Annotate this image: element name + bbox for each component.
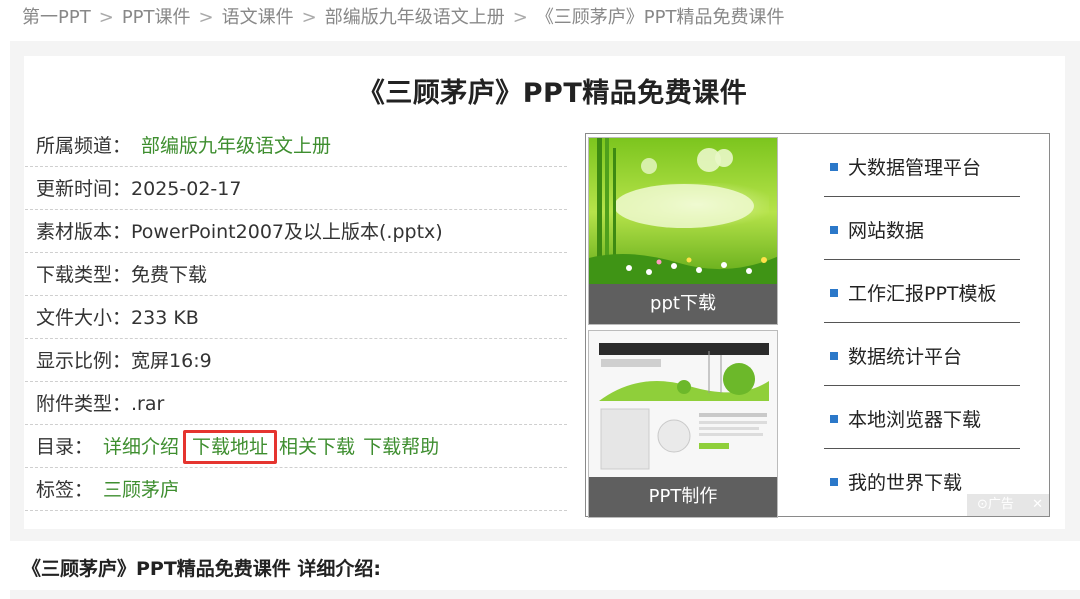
- ad-link-label: 网站数据: [848, 220, 925, 242]
- breadcrumb-current-page[interactable]: 《三顾茅庐》PPT精品免费课件: [536, 7, 785, 28]
- version-value: PowerPoint2007及以上版本(.pptx): [131, 221, 443, 243]
- attachment-label: 附件类型：: [36, 393, 132, 415]
- info-row-version: 素材版本：PowerPoint2007及以上版本(.pptx): [25, 210, 567, 253]
- ad-thumb-ppt-make-caption: PPT制作: [589, 477, 777, 517]
- toc-link-download-address[interactable]: 下载地址: [183, 430, 278, 464]
- channel-link[interactable]: 部编版九年级语文上册: [141, 135, 331, 157]
- info-row-channel: 所属频道： 部编版九年级语文上册: [25, 124, 567, 167]
- info-row-toc: 目录： 详细介绍 下载地址 相关下载 下载帮助: [25, 425, 567, 468]
- update-time-label: 更新时间：: [36, 178, 132, 200]
- file-size-label: 文件大小：: [36, 307, 132, 329]
- info-row-ratio: 显示比例：宽屏16:9: [25, 339, 567, 382]
- ratio-value: 宽屏16:9: [131, 350, 212, 372]
- download-type-value: 免费下载: [131, 264, 208, 286]
- ad-thumb-ppt-download[interactable]: ppt下载: [588, 137, 778, 325]
- bamboo-meadow-image: [589, 138, 777, 286]
- ad-link-label: 本地浏览器下载: [848, 409, 982, 431]
- close-icon[interactable]: ✕: [1032, 494, 1043, 516]
- breadcrumb-grade9-chinese[interactable]: 部编版九年级语文上册: [325, 7, 505, 28]
- ad-thumb-ppt-make[interactable]: PPT制作: [588, 330, 778, 518]
- info-row-update-time: 更新时间：2025-02-17: [25, 167, 567, 210]
- ad-link-browser-download[interactable]: 本地浏览器下载: [824, 386, 1020, 449]
- info-row-download-type: 下载类型：免费下载: [25, 253, 567, 296]
- breadcrumb-separator: >: [98, 7, 114, 28]
- ratio-label: 显示比例：: [36, 350, 132, 372]
- ad-link-ppt-template[interactable]: 工作汇报PPT模板: [824, 260, 1020, 323]
- ad-link-site-data[interactable]: 网站数据: [824, 197, 1020, 260]
- page-title: 《三顾茅庐》PPT精品免费课件: [357, 78, 748, 109]
- ad-link-label: 数据统计平台: [848, 346, 963, 368]
- breadcrumb-home[interactable]: 第一PPT: [22, 7, 91, 28]
- toc-link-download-help[interactable]: 下载帮助: [363, 436, 439, 458]
- version-label: 素材版本：: [36, 221, 132, 243]
- square-bullet-icon: [830, 415, 838, 423]
- detail-section-bar: [10, 590, 1080, 599]
- file-size-value: 233 KB: [131, 307, 199, 329]
- square-bullet-icon: [830, 289, 838, 297]
- toc-link-related-downloads[interactable]: 相关下载: [279, 436, 355, 458]
- square-bullet-icon: [830, 226, 838, 234]
- square-bullet-icon: [830, 478, 838, 486]
- download-type-label: 下载类型：: [36, 264, 132, 286]
- tag-link[interactable]: 三顾茅庐: [103, 479, 179, 501]
- ad-thumb-ppt-download-caption: ppt下载: [589, 284, 777, 324]
- website-template-image: [589, 331, 777, 479]
- ad-badge-label: 广告: [987, 497, 1014, 512]
- ad-link-label: 工作汇报PPT模板: [848, 283, 997, 305]
- info-row-tags: 标签： 三顾茅庐: [25, 468, 567, 511]
- detail-heading: 《三顾茅庐》PPT精品免费课件 详细介绍:: [22, 558, 382, 580]
- attachment-value: .rar: [131, 393, 165, 415]
- breadcrumb-separator: >: [512, 7, 528, 28]
- channel-label: 所属频道：: [36, 135, 132, 157]
- ad-icon: ⊙: [977, 497, 988, 512]
- toc-label: 目录：: [36, 436, 94, 458]
- info-list: 所属频道： 部编版九年级语文上册 更新时间：2025-02-17 素材版本：Pow…: [25, 124, 567, 511]
- tags-label: 标签：: [36, 479, 94, 501]
- square-bullet-icon: [830, 352, 838, 360]
- info-row-file-size: 文件大小：233 KB: [25, 296, 567, 339]
- breadcrumb-separator: >: [301, 7, 317, 28]
- square-bullet-icon: [830, 163, 838, 171]
- info-row-attachment: 附件类型：.rar: [25, 382, 567, 425]
- ad-link-label: 大数据管理平台: [848, 157, 982, 179]
- ad-info-button[interactable]: ⊙广告: [977, 494, 1014, 516]
- breadcrumb-chinese-courseware[interactable]: 语文课件: [222, 7, 294, 28]
- ad-link-label: 我的世界下载: [848, 472, 963, 494]
- breadcrumb: 第一PPT > PPT课件 > 语文课件 > 部编版九年级语文上册 > 《三顾茅庐》PPT精品免…: [22, 4, 785, 32]
- ad-link-list: 大数据管理平台 网站数据 工作汇报PPT模板 数据统计平台 本地浏览器下载 我的…: [824, 134, 1020, 511]
- ad-link-stats-platform[interactable]: 数据统计平台: [824, 323, 1020, 386]
- breadcrumb-ppt-courseware[interactable]: PPT课件: [122, 7, 191, 28]
- update-time-value: 2025-02-17: [131, 178, 242, 200]
- ad-link-big-data[interactable]: 大数据管理平台: [824, 134, 1020, 197]
- breadcrumb-separator: >: [198, 7, 214, 28]
- ad-box: ppt下载 PPT制作 大数据管理平台 网站数据 工作汇报PPT模板 数据统计平…: [585, 133, 1050, 518]
- ad-badge: ⊙广告 ✕: [967, 494, 1049, 516]
- toc-link-details[interactable]: 详细介绍: [103, 436, 179, 458]
